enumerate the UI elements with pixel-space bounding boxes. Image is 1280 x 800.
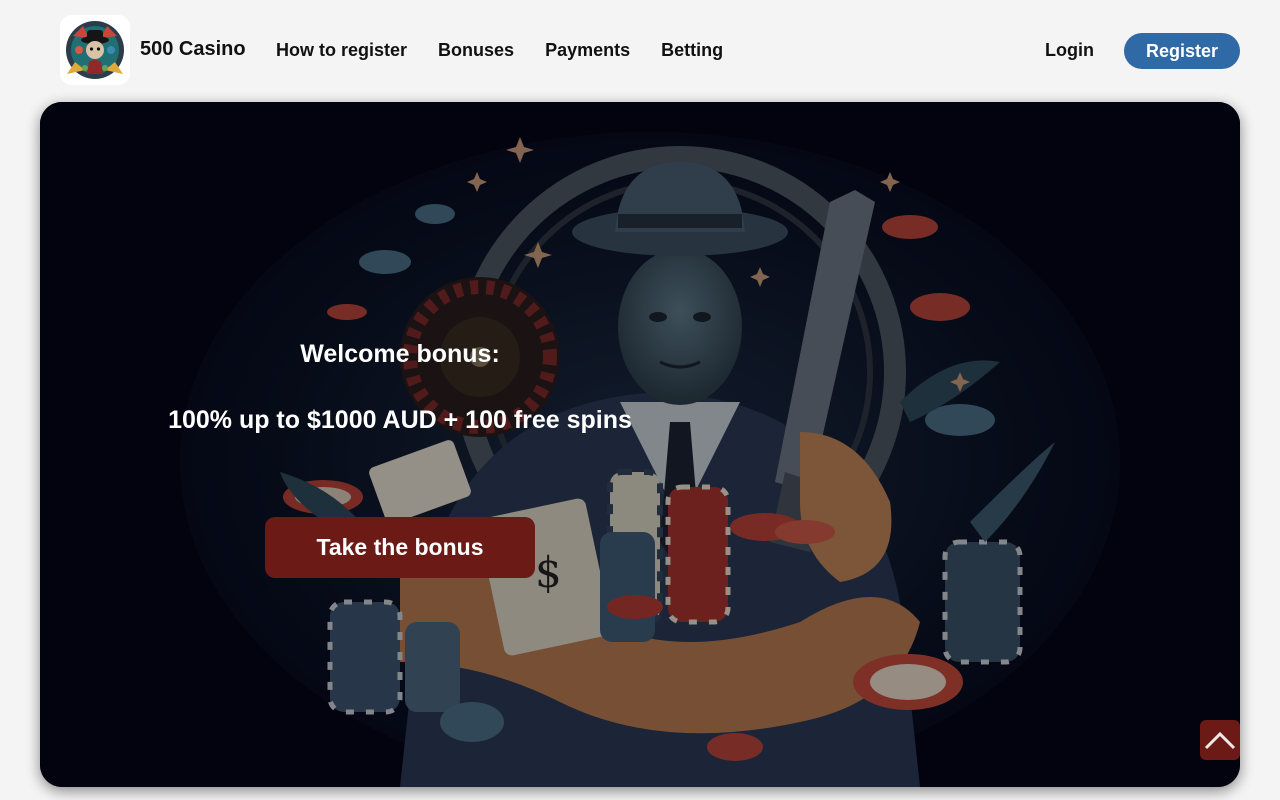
bonus-offer-text: 100% up to $1000 AUD + 100 free spins <box>168 406 632 434</box>
scroll-to-top-button[interactable] <box>1200 720 1240 760</box>
login-link[interactable]: Login <box>1045 40 1094 61</box>
main-nav: How to register Bonuses Payments Betting <box>276 40 723 61</box>
site-header: 500 Casino How to register Bonuses Payme… <box>0 0 1280 100</box>
welcome-bonus-heading: Welcome bonus: <box>300 340 500 368</box>
nav-betting[interactable]: Betting <box>661 40 723 61</box>
take-bonus-button[interactable]: Take the bonus <box>265 517 535 578</box>
nav-payments[interactable]: Payments <box>545 40 630 61</box>
brand-name[interactable]: 500 Casino <box>140 38 246 61</box>
casino-logo-icon[interactable] <box>60 15 130 85</box>
nav-how-to-register[interactable]: How to register <box>276 40 407 61</box>
chevron-up-icon <box>1204 731 1236 750</box>
hero-artwork: $ <box>40 102 1240 787</box>
hero-banner: $ Welcome bonus: 100% up to $1000 AUD + … <box>40 102 1240 787</box>
register-button[interactable]: Register <box>1124 33 1240 69</box>
nav-bonuses[interactable]: Bonuses <box>438 40 514 61</box>
